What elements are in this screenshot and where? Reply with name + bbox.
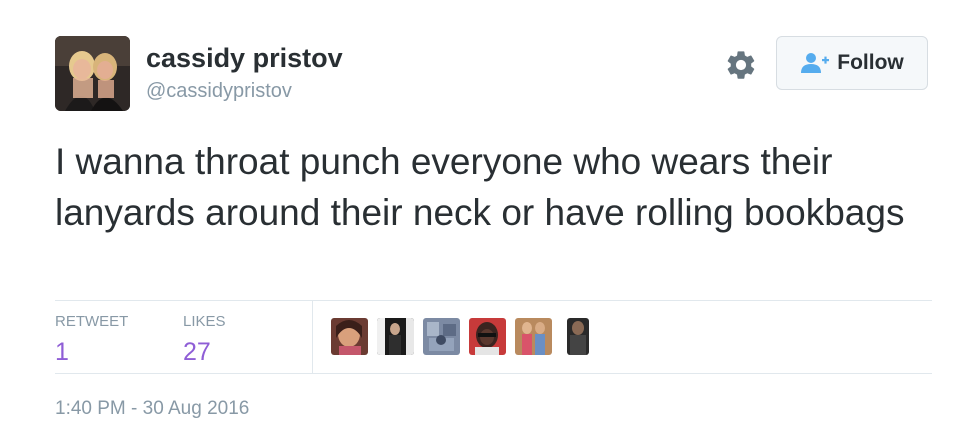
tweet-timestamp[interactable]: 1:40 PM - 30 Aug 2016 — [55, 398, 249, 420]
retweet-stat[interactable]: RETWEET 1 — [55, 313, 128, 367]
liked-by-avatars — [331, 318, 589, 356]
add-user-icon — [800, 52, 830, 74]
likes-label: LIKES — [183, 313, 226, 330]
liker-avatar[interactable] — [567, 318, 589, 355]
likes-count: 27 — [183, 338, 211, 366]
stats-vertical-divider — [312, 300, 313, 373]
avatar-photo — [55, 36, 130, 111]
liker-avatar[interactable] — [515, 318, 552, 355]
gear-icon[interactable] — [724, 48, 758, 82]
stats-top-divider — [55, 300, 932, 301]
user-avatar[interactable] — [55, 36, 130, 111]
retweet-label: RETWEET — [55, 313, 129, 330]
user-display-name[interactable]: cassidy pristov — [146, 43, 343, 74]
likes-stat[interactable]: LIKES 27 — [183, 313, 226, 367]
user-handle[interactable]: @cassidypristov — [146, 80, 292, 103]
stats-bottom-divider — [55, 373, 932, 374]
liker-avatar[interactable] — [331, 318, 368, 355]
follow-button[interactable]: Follow — [776, 36, 928, 90]
follow-button-label: Follow — [837, 51, 904, 74]
retweet-count: 1 — [55, 338, 69, 366]
liker-avatar[interactable] — [377, 318, 414, 355]
tweet-text: I wanna throat punch everyone who wears … — [55, 141, 905, 233]
liker-avatar[interactable] — [423, 318, 460, 355]
liker-avatar[interactable] — [469, 318, 506, 355]
tweet-card: cassidy pristov @cassidypristov Follow I… — [0, 0, 980, 432]
